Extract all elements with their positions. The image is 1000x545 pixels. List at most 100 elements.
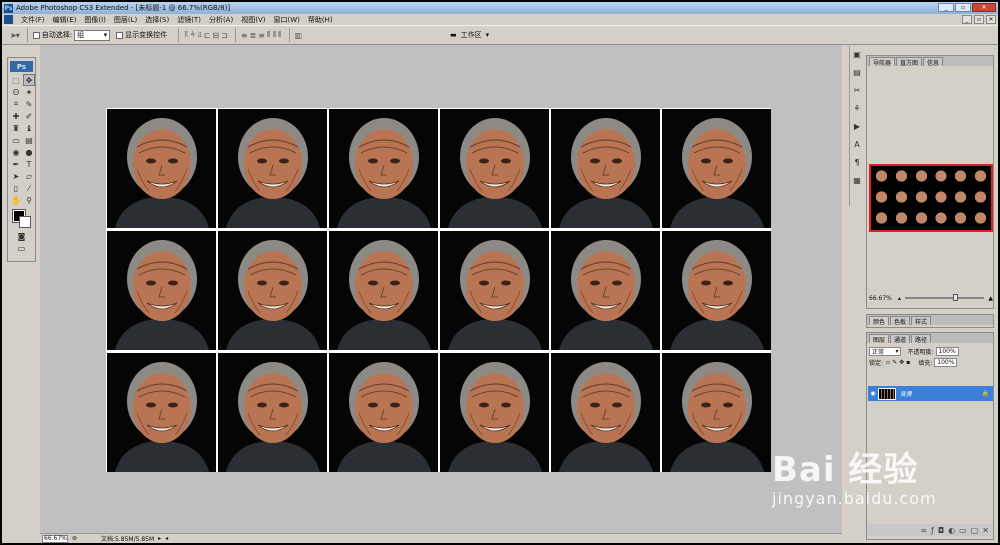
align-vcenter-icon[interactable]: ⫩ (191, 30, 195, 40)
zoom-in-icon[interactable]: ▲ (988, 295, 993, 302)
zoom-tool-icon[interactable]: ⚲ (23, 194, 35, 206)
menu-select[interactable]: 选择(S) (141, 15, 173, 25)
status-options-icon[interactable]: ⊚ (72, 535, 77, 542)
path-select-icon[interactable]: ➤ (10, 170, 22, 182)
blur-tool-icon[interactable]: ◉ (10, 146, 22, 158)
tab-swatches[interactable]: 色板 (890, 316, 911, 326)
menu-help[interactable]: 帮助(H) (304, 15, 337, 25)
lock-all-icon[interactable]: ▪ (906, 359, 910, 366)
fill-field[interactable]: 100% (934, 358, 958, 367)
new-layer-icon[interactable]: ▢ (971, 526, 979, 535)
show-transform-checkbox[interactable] (116, 31, 124, 39)
minimize-button[interactable]: _ (938, 3, 954, 12)
paragraph-panel-icon[interactable]: ¶ (851, 156, 863, 168)
blend-mode-select[interactable]: 正常 ▾ (869, 347, 902, 356)
navigator-zoom-value[interactable]: 66.67% (869, 295, 892, 302)
workspace-button[interactable]: ▬ 工作区 ▾ (450, 30, 489, 40)
auto-select-checkbox[interactable] (32, 31, 40, 39)
navigator-thumbnail[interactable] (869, 164, 993, 232)
menu-image[interactable]: 图像(I) (80, 15, 110, 25)
tab-color[interactable]: 颜色 (869, 316, 890, 326)
lock-pixels-icon[interactable]: ✎ (892, 359, 897, 366)
tab-layers[interactable]: 图层 (869, 334, 890, 344)
marquee-tool-icon[interactable]: ⬚ (10, 74, 22, 86)
screen-mode-icon[interactable]: ▭ (8, 242, 35, 254)
status-menu-arrow-icon[interactable]: ▸ (158, 535, 161, 542)
menu-window[interactable]: 窗口(W) (269, 15, 303, 25)
layer-mask-icon[interactable]: ◘ (938, 526, 944, 535)
align-left-icon[interactable]: ⊏ (204, 31, 211, 40)
actions-panel-icon[interactable]: ▶ (851, 120, 863, 132)
distribute-left-icon[interactable]: ⦀ (267, 30, 270, 40)
document-canvas[interactable] (106, 108, 771, 472)
doc-restore-button[interactable]: ▫ (974, 15, 984, 24)
opacity-field[interactable]: 100% (935, 347, 959, 356)
tab-info[interactable]: 信息 (923, 57, 944, 67)
slice-tool-icon[interactable]: ✎ (23, 98, 35, 110)
doc-minimize-button[interactable]: _ (962, 15, 972, 24)
brushes-panel-icon[interactable]: ▣ (851, 48, 863, 60)
close-button[interactable]: ✕ (972, 3, 996, 12)
doc-close-button[interactable]: ✕ (986, 15, 996, 24)
tab-channels[interactable]: 通道 (890, 334, 911, 344)
move-tool-icon[interactable]: ✥ (23, 74, 35, 86)
tab-paths[interactable]: 路径 (911, 334, 932, 344)
zoom-slider-knob[interactable] (952, 294, 958, 301)
menu-view[interactable]: 视图(V) (237, 15, 269, 25)
align-hcenter-icon[interactable]: ⊟ (212, 31, 219, 40)
zoom-field[interactable]: 66.67% (42, 534, 68, 543)
link-layers-icon[interactable]: ∞ (920, 526, 927, 535)
ps-logo[interactable]: Ps (10, 61, 33, 72)
tool-presets-icon[interactable]: ▤ (851, 66, 863, 78)
distribute-right-icon[interactable]: ⦀ (278, 30, 281, 40)
align-top-icon[interactable]: ⫪ (184, 30, 188, 40)
eraser-tool-icon[interactable]: ▭ (10, 134, 22, 146)
character-panel-icon[interactable]: A (851, 138, 863, 150)
brush-tool-icon[interactable]: ✐ (23, 110, 35, 122)
lock-position-icon[interactable]: ✥ (899, 359, 904, 366)
dodge-tool-icon[interactable]: ● (23, 146, 35, 158)
gradient-tool-icon[interactable]: ▤ (23, 134, 35, 146)
delete-layer-icon[interactable]: ✕ (982, 526, 989, 535)
restore-button[interactable]: ▫ (955, 3, 971, 12)
tab-histogram[interactable]: 直方图 (896, 57, 923, 67)
lock-transparency-icon[interactable]: ▫ (886, 359, 890, 366)
canvas-area[interactable] (40, 45, 842, 533)
scroll-left-icon[interactable]: ◂ (165, 535, 168, 542)
healing-brush-icon[interactable]: ✚ (10, 110, 22, 122)
ps-document-icon[interactable] (4, 15, 13, 24)
info-panel-icon[interactable]: ▦ (851, 174, 863, 186)
move-tool-preset-icon[interactable]: ➤▾ (10, 31, 20, 40)
layer-style-icon[interactable]: ƒ (931, 526, 934, 535)
pen-tool-icon[interactable]: ✒ (10, 158, 22, 170)
align-bottom-icon[interactable]: ⫫ (197, 30, 201, 40)
history-brush-icon[interactable]: ♝ (23, 122, 35, 134)
lasso-tool-icon[interactable]: ʘ (10, 86, 22, 98)
quick-mask-icon[interactable]: ◙ (8, 230, 35, 242)
auto-select-dropdown[interactable]: 组 ▾ (74, 29, 111, 41)
adjustment-layer-icon[interactable]: ◐ (948, 526, 955, 535)
hand-tool-icon[interactable]: ✋ (10, 194, 22, 206)
menu-edit[interactable]: 编辑(E) (49, 15, 81, 25)
auto-align-icon[interactable]: ▥ (295, 31, 303, 40)
eye-icon[interactable]: ◉ (868, 390, 878, 397)
background-color-swatch[interactable] (19, 216, 31, 228)
zoom-out-icon[interactable]: ▴ (898, 295, 901, 302)
distribute-hcenter-icon[interactable]: ⦀ (272, 30, 275, 40)
menu-analysis[interactable]: 分析(A) (205, 15, 237, 25)
menu-layer[interactable]: 图层(L) (110, 15, 141, 25)
new-group-icon[interactable]: ▭ (959, 526, 967, 535)
distribute-bottom-icon[interactable]: ≡ (258, 31, 265, 40)
zoom-slider[interactable] (904, 294, 985, 301)
crop-tool-icon[interactable]: ⌗ (10, 98, 22, 110)
tab-navigator[interactable]: 导航器 (869, 57, 896, 67)
type-tool-icon[interactable]: T (23, 158, 35, 170)
notes-tool-icon[interactable]: ▯ (10, 182, 22, 194)
history-panel-icon[interactable]: ⚘ (851, 102, 863, 114)
menu-filter[interactable]: 滤镜(T) (173, 15, 205, 25)
menu-file[interactable]: 文件(F) (17, 15, 49, 25)
layer-comps-icon[interactable]: ✂ (851, 84, 863, 96)
layer-background[interactable]: ◉ 背景 🔒 (868, 386, 993, 401)
shape-tool-icon[interactable]: ▱ (23, 170, 35, 182)
tab-styles[interactable]: 样式 (911, 316, 932, 326)
